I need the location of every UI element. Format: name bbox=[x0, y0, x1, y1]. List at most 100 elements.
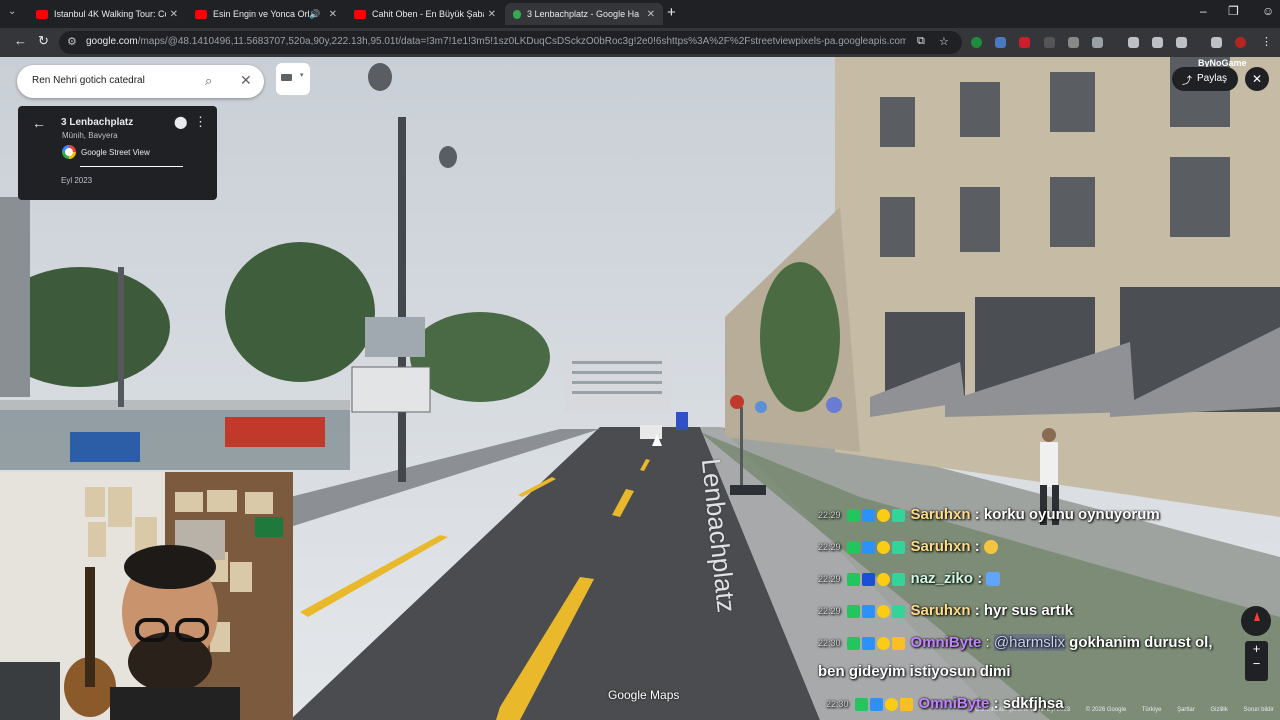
youtube-icon bbox=[36, 9, 48, 19]
og-badge-icon bbox=[891, 540, 905, 554]
extensions-puzzle-icon[interactable] bbox=[1092, 37, 1103, 48]
tier-badge-icon bbox=[876, 604, 890, 618]
kick-badge-icon bbox=[854, 697, 868, 711]
tab-4-active[interactable]: 3 Lenbachplatz - Google Harita ✕ bbox=[505, 3, 663, 25]
extension-4-icon[interactable] bbox=[1044, 37, 1055, 48]
chat-username[interactable]: OmniByte bbox=[911, 634, 982, 651]
chat-username[interactable]: Saruhxn bbox=[911, 506, 971, 523]
crown-badge-icon bbox=[899, 697, 913, 711]
chat-message: 22:29 Saruhxn : bbox=[818, 534, 1268, 560]
tier-badge-icon bbox=[876, 540, 890, 554]
tab-3[interactable]: Cahit Oben - En Büyük Şaban F ✕ bbox=[346, 3, 504, 25]
tier-badge-icon bbox=[884, 697, 898, 711]
menu-lines-icon[interactable] bbox=[1211, 37, 1222, 48]
kick-badge-icon bbox=[846, 540, 860, 554]
share-icon: ⤴ bbox=[1182, 76, 1192, 87]
search-box[interactable]: Ren Nehri gotich catedral ⌕ ✕ bbox=[17, 65, 264, 98]
share-button[interactable]: ⤴ Paylaş bbox=[1172, 67, 1238, 91]
tab-title: Cahit Oben - En Büyük Şaban F bbox=[372, 9, 484, 19]
chat-time: 22:29 bbox=[818, 542, 841, 553]
tab-strip: ⌄ Istanbul 4K Walking Tour: Color ✕ Esin… bbox=[0, 0, 1280, 28]
webcam-overlay bbox=[0, 472, 293, 720]
extension-3-icon[interactable] bbox=[1019, 37, 1030, 48]
og-badge-icon bbox=[891, 508, 905, 522]
kick-badge-icon bbox=[846, 572, 860, 586]
close-street-view-button[interactable]: ✕ bbox=[1245, 67, 1269, 91]
chat-username[interactable]: OmniByte bbox=[919, 695, 990, 712]
install-app-icon[interactable]: ⧉ bbox=[917, 35, 925, 48]
heart-badge-icon bbox=[861, 572, 875, 586]
tab-2[interactable]: Esin Engin ve Yonca Orkestı 🔊 ✕ bbox=[187, 3, 345, 25]
minimize-icon[interactable]: – bbox=[1200, 4, 1207, 18]
chat-message-continued: ben gideyim istiyosun dimi bbox=[818, 659, 1268, 685]
chat-message: 22:29 Saruhxn : korku oyunu oynuyorum bbox=[818, 502, 1268, 528]
search-icon[interactable]: ⌕ bbox=[205, 73, 212, 89]
stream-chat: 22:29 Saruhxn : korku oyunu oynuyorum 22:… bbox=[818, 502, 1280, 720]
browser-toolbar: ← ↻ ⚙ google.com/maps/@48.1410496,11.568… bbox=[0, 28, 1280, 57]
chat-time: 22:30 bbox=[826, 699, 849, 710]
more-menu-icon[interactable]: ⋮ bbox=[1261, 35, 1272, 48]
url-text[interactable]: google.com/maps/@48.1410496,11.5683707,5… bbox=[86, 36, 906, 47]
chat-username[interactable]: Saruhxn bbox=[911, 538, 971, 555]
chat-text: : hyr sus artık bbox=[974, 602, 1074, 619]
kick-badge-icon bbox=[846, 604, 860, 618]
maximize-icon[interactable]: ❐ bbox=[1228, 4, 1239, 18]
chat-username[interactable]: naz_ziko bbox=[911, 570, 974, 587]
reload-icon[interactable]: ↻ bbox=[38, 33, 49, 49]
close-tab-icon[interactable]: ✕ bbox=[170, 9, 178, 20]
translate-icon[interactable] bbox=[1152, 37, 1163, 48]
chat-username[interactable]: Saruhxn bbox=[911, 602, 971, 619]
place-title: 3 Lenbachplatz bbox=[61, 117, 134, 128]
crown-badge-icon bbox=[891, 636, 905, 650]
dropdown-caret-icon: ▾ bbox=[300, 72, 304, 79]
clear-search-icon[interactable]: ✕ bbox=[240, 72, 252, 89]
close-tab-icon[interactable]: ✕ bbox=[329, 9, 337, 20]
extension-5-icon[interactable] bbox=[1068, 37, 1079, 48]
close-tab-icon[interactable]: ✕ bbox=[647, 9, 655, 20]
og-badge-icon bbox=[891, 604, 905, 618]
layers-button[interactable]: ▾ bbox=[276, 63, 310, 95]
subscriber-badge-icon bbox=[861, 508, 875, 522]
google-maps-watermark: Google Maps bbox=[608, 688, 680, 702]
layers-icon bbox=[281, 74, 292, 81]
more-options-icon[interactable]: ⋮ bbox=[194, 114, 207, 130]
kick-badge-icon bbox=[846, 636, 860, 650]
back-icon[interactable]: ← bbox=[14, 33, 27, 48]
youtube-icon bbox=[354, 9, 366, 19]
tab-title: Istanbul 4K Walking Tour: Color bbox=[54, 9, 166, 19]
search-input[interactable]: Ren Nehri gotich catedral bbox=[32, 75, 145, 86]
tab-title: Esin Engin ve Yonca Orkestı bbox=[213, 9, 309, 19]
close-tab-icon[interactable]: ✕ bbox=[488, 9, 496, 20]
speaker-icon[interactable]: 🔊 bbox=[309, 9, 320, 20]
chat-text: gokhanim durust ol, bbox=[1069, 634, 1213, 651]
chat-text: : bbox=[974, 538, 980, 555]
mouse-cursor bbox=[652, 434, 662, 446]
url-path: /maps/@48.1410496,11.5683707,520a,90y,22… bbox=[137, 36, 906, 47]
tier-badge-icon bbox=[876, 508, 890, 522]
location-pin-icon[interactable]: ⬤ bbox=[174, 115, 187, 129]
bookmark-star-icon[interactable]: ☆ bbox=[939, 35, 949, 48]
address-bar[interactable]: ⚙ google.com/maps/@48.1410496,11.5683707… bbox=[59, 31, 962, 54]
subscriber-badge-icon bbox=[861, 604, 875, 618]
site-info-icon[interactable]: ⚙ bbox=[67, 35, 77, 48]
kick-badge-icon bbox=[846, 508, 860, 522]
new-tab-button[interactable]: + bbox=[667, 4, 676, 21]
screen: ⌄ Istanbul 4K Walking Tour: Color ✕ Esin… bbox=[0, 0, 1280, 720]
chat-time: 22:29 bbox=[818, 510, 841, 521]
download-icon[interactable] bbox=[1176, 37, 1187, 48]
back-arrow-icon[interactable]: ← bbox=[32, 115, 46, 131]
source-label[interactable]: Google Street View bbox=[81, 148, 150, 157]
sidebar-icon[interactable] bbox=[1128, 37, 1139, 48]
tab-search-icon[interactable]: ⌄ bbox=[8, 6, 16, 17]
chat-text: : korku oyunu oynuyorum bbox=[974, 506, 1160, 523]
place-subtitle: Münih, Bavyera bbox=[62, 131, 118, 140]
tab-title: 3 Lenbachplatz - Google Harita bbox=[527, 9, 639, 19]
extension-2-icon[interactable] bbox=[995, 37, 1006, 48]
og-badge-icon bbox=[891, 572, 905, 586]
profile-avatar[interactable] bbox=[1235, 37, 1246, 48]
chat-mention[interactable]: @harmslix bbox=[993, 634, 1065, 651]
hat-emote-icon bbox=[986, 572, 1001, 587]
chat-message: 22:29 Saruhxn : hyr sus artık bbox=[818, 598, 1268, 624]
extension-1-icon[interactable] bbox=[971, 37, 982, 48]
tab-1[interactable]: Istanbul 4K Walking Tour: Color ✕ bbox=[28, 3, 186, 25]
